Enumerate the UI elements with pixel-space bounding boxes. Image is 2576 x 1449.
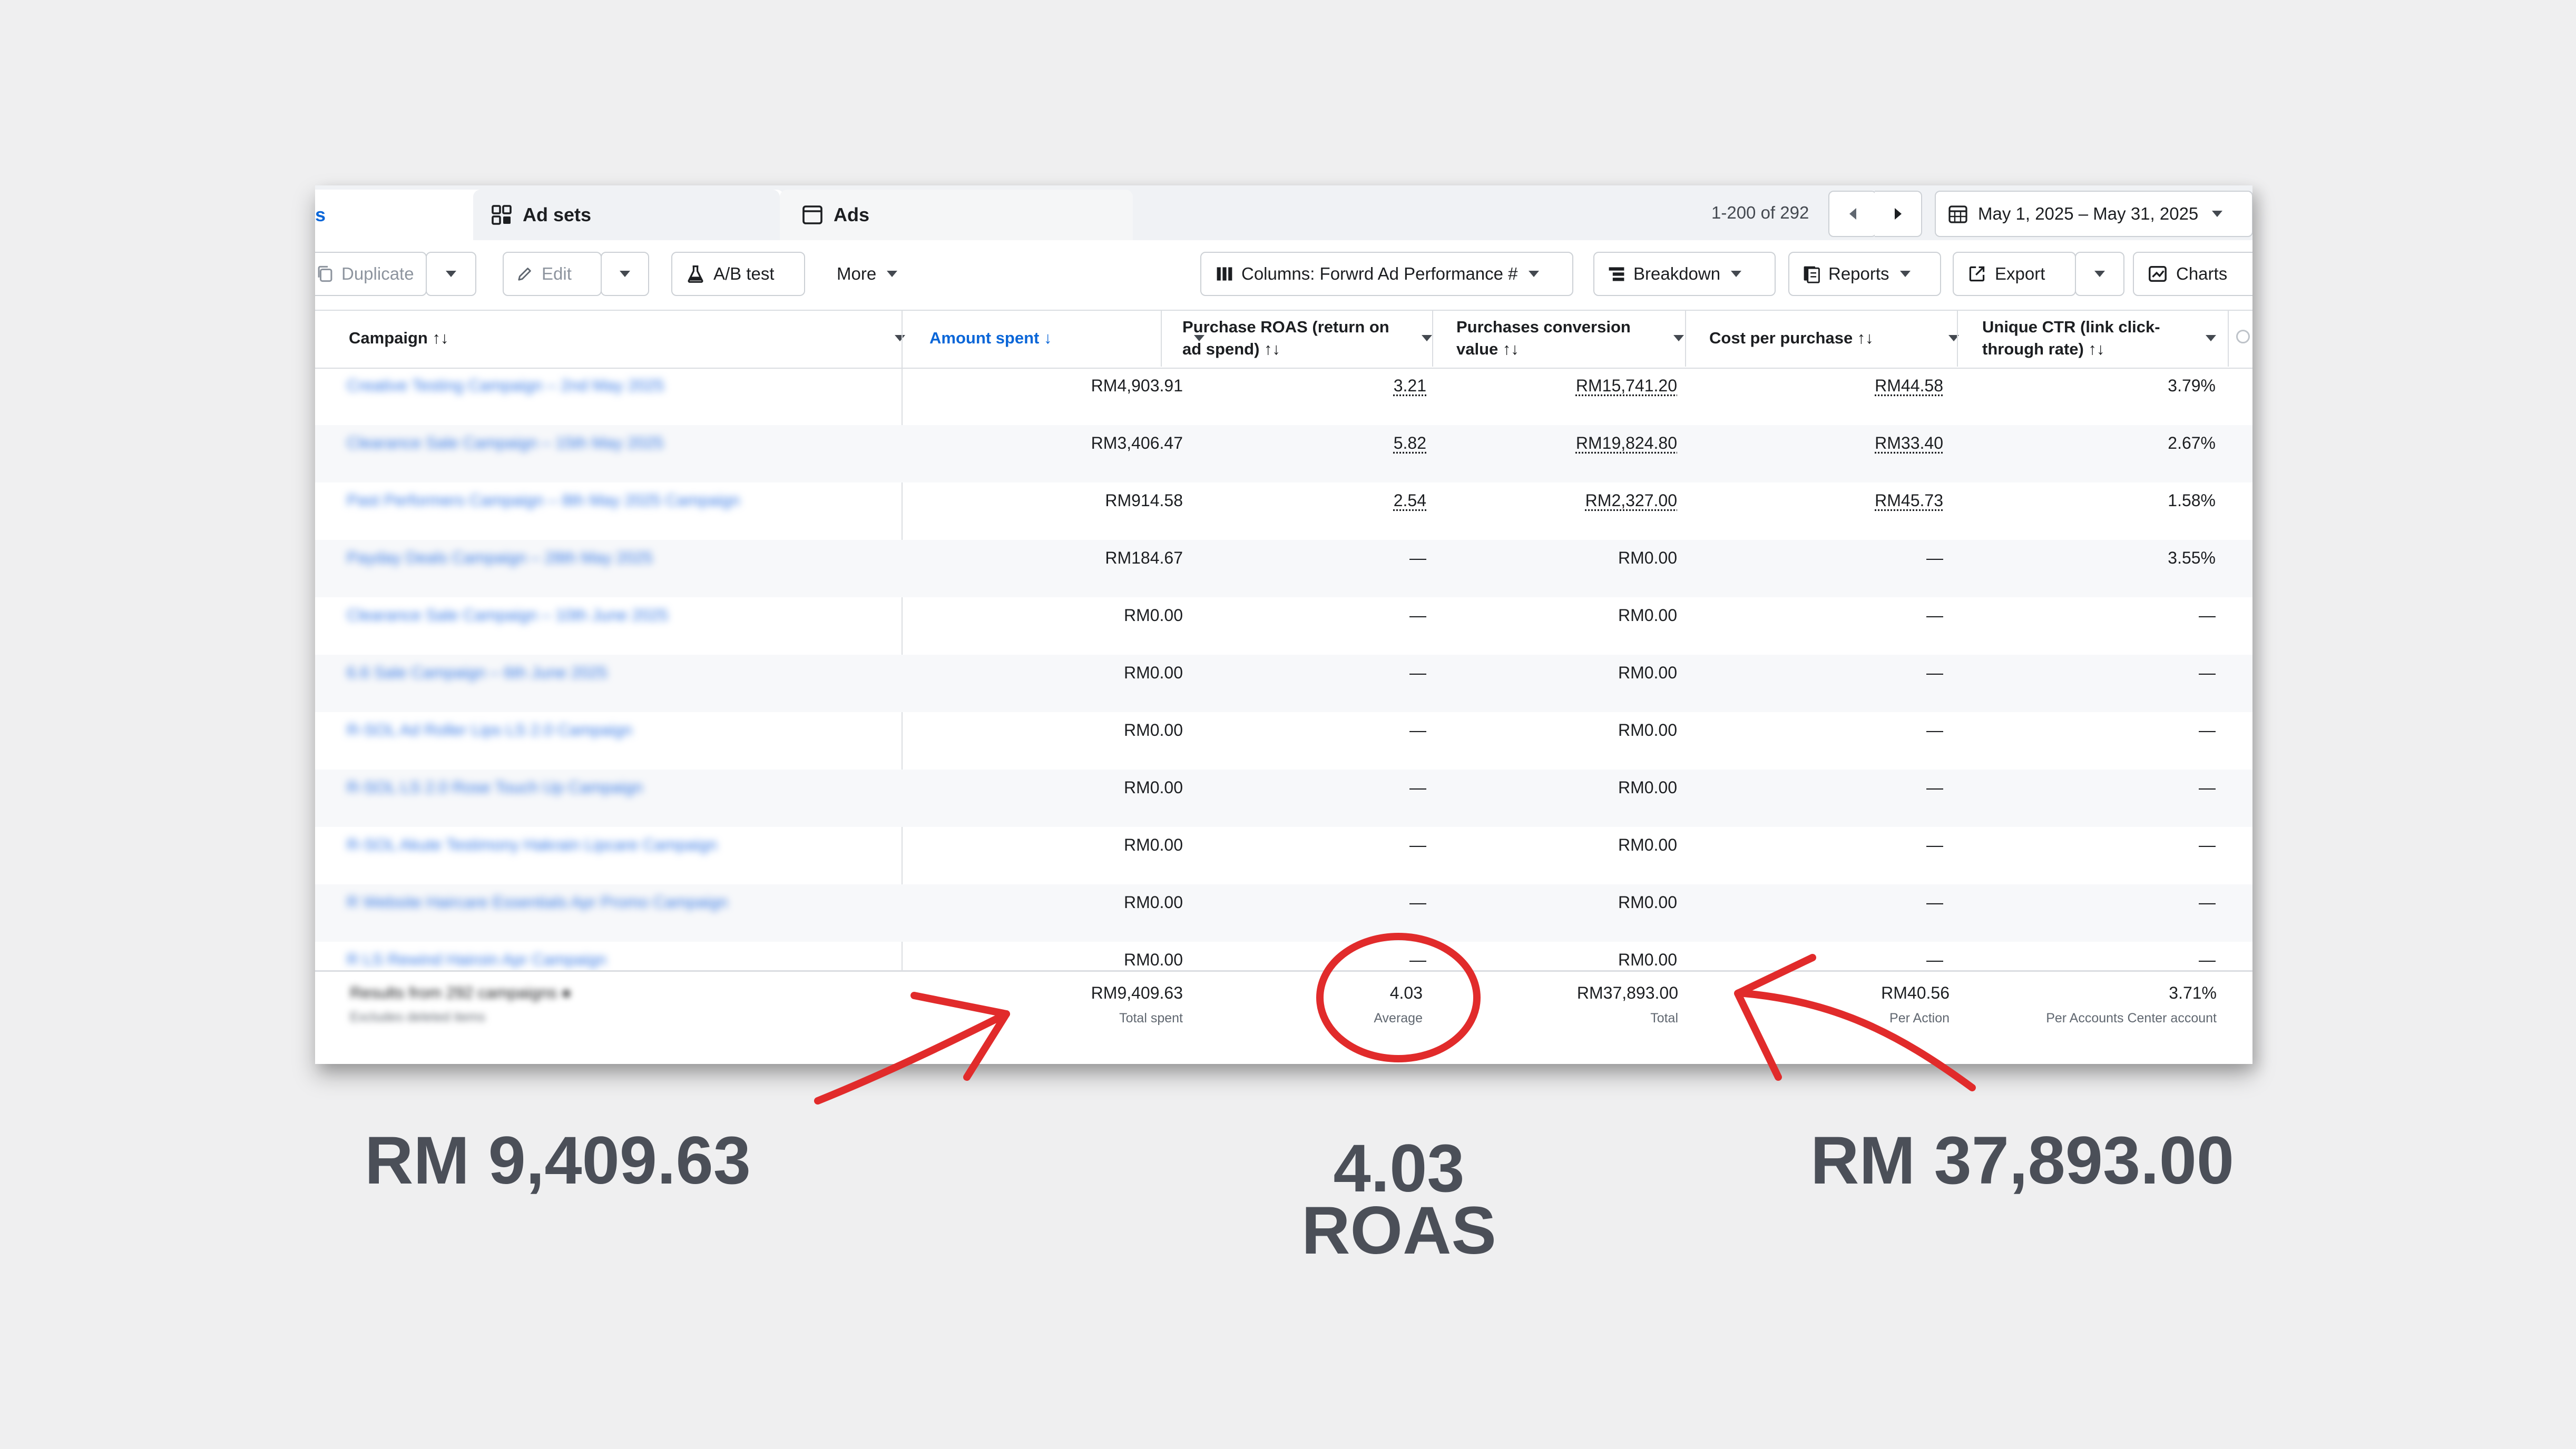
- callout-roas-label: ROAS: [1301, 1193, 1496, 1268]
- roas-circle: [1316, 933, 1481, 1062]
- callout-roas-value: 4.03: [1333, 1131, 1465, 1206]
- annotation-overlay: [814, 933, 1976, 1105]
- callout-conversion-value: RM 37,893.00: [1810, 1123, 2235, 1198]
- arrow-head-conversion-value: [1734, 954, 1816, 1081]
- callout-amount-spent: RM 9,409.63: [365, 1123, 751, 1198]
- callout-roas: 4.03 ROAS: [1301, 1131, 1496, 1268]
